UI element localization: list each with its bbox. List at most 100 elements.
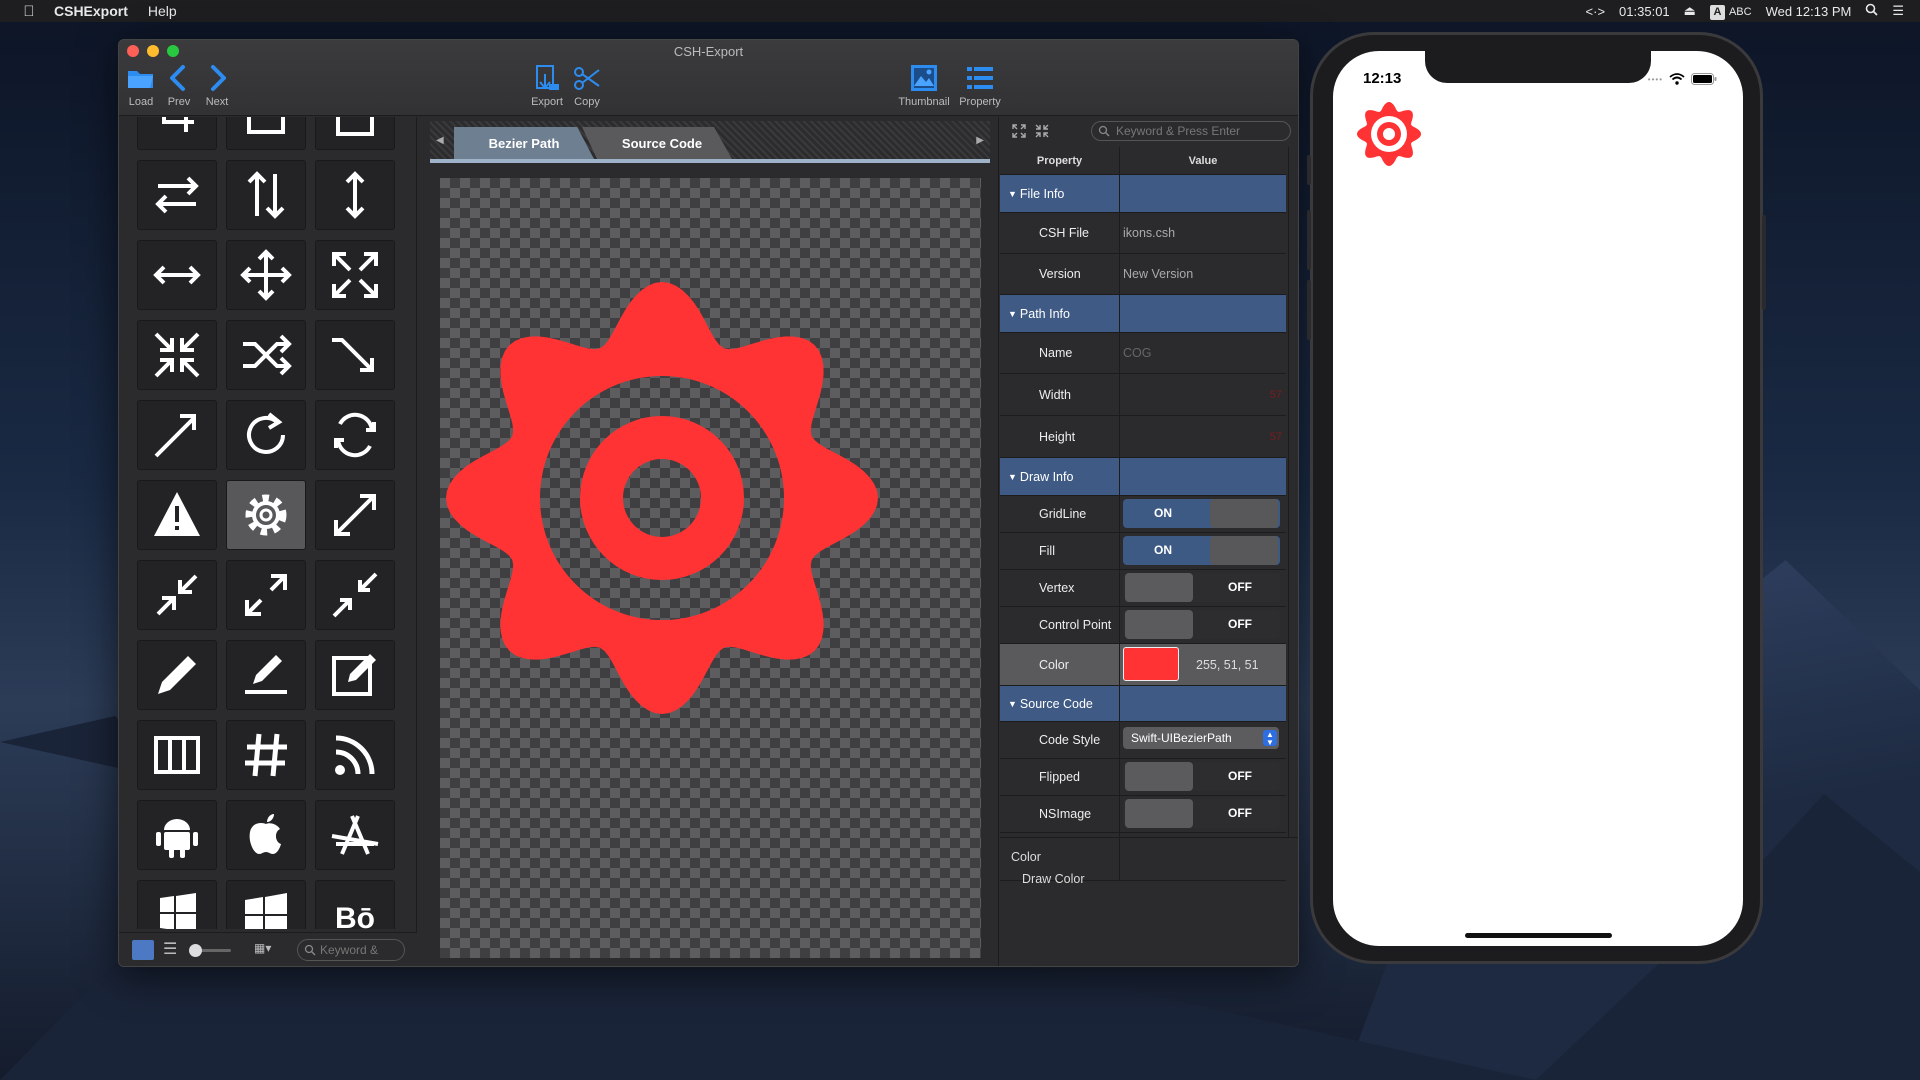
- version-value[interactable]: New Version: [1120, 254, 1286, 294]
- icon-cell-gear[interactable]: [226, 480, 306, 550]
- icon-size-slider[interactable]: [189, 944, 231, 957]
- disclosure-triangle-icon[interactable]: ▼: [1008, 472, 1017, 482]
- color-swatch[interactable]: [1123, 647, 1179, 681]
- row-color[interactable]: Color 255, 51, 51: [1000, 644, 1286, 686]
- icon-cell-rss[interactable]: [315, 720, 395, 790]
- property-search-input[interactable]: Keyword & Press Enter: [1091, 121, 1291, 141]
- disclosure-triangle-icon[interactable]: ▼: [1008, 189, 1017, 199]
- icon-cell-swap-vertical[interactable]: [226, 160, 306, 230]
- bezier-preview-canvas[interactable]: [440, 178, 981, 958]
- icon-cell-shuffle[interactable]: [226, 320, 306, 390]
- app-menu[interactable]: CSHExport: [54, 3, 128, 19]
- icon-cell-refresh[interactable]: [315, 400, 395, 470]
- grid-view-button[interactable]: [132, 940, 154, 960]
- input-source[interactable]: A ABC: [1709, 3, 1752, 20]
- fill-toggle[interactable]: ON: [1123, 536, 1280, 565]
- icon-cell-arrow-up-right[interactable]: [137, 400, 217, 470]
- icon-cell-bo-text[interactable]: Bō: [315, 880, 395, 929]
- gridline-toggle[interactable]: ON: [1123, 499, 1280, 528]
- icon-cell-arrow-left-right[interactable]: [137, 240, 217, 310]
- icon-cell-expand[interactable]: [315, 240, 395, 310]
- value-column-header[interactable]: Value: [1120, 147, 1286, 174]
- icon-cell-columns[interactable]: [137, 720, 217, 790]
- chevron-left-icon: [170, 65, 185, 91]
- icon-cell-move[interactable]: [226, 240, 306, 310]
- icon-cell-compress[interactable]: [137, 320, 217, 390]
- toggle-state: OFF: [1228, 580, 1252, 594]
- disclosure-triangle-icon[interactable]: ▼: [1008, 309, 1017, 319]
- icon-cell-share[interactable]: [226, 117, 306, 150]
- tab-bezier-path[interactable]: Bezier Path: [454, 127, 594, 159]
- menu-bar:  CSHExport Help <·> 01:35:01 ⏏ AABC Wed…: [0, 0, 1920, 22]
- icon-cell-crop[interactable]: [137, 117, 217, 150]
- icon-cell-arrow-down-right[interactable]: [315, 320, 395, 390]
- icon-cell-apple[interactable]: [226, 800, 306, 870]
- flipped-toggle[interactable]: OFF: [1123, 762, 1280, 791]
- tab-source-code[interactable]: Source Code: [582, 127, 732, 159]
- property-button[interactable]: Property: [953, 62, 1007, 108]
- control-point-toggle[interactable]: OFF: [1123, 610, 1280, 639]
- icon-cell-edit-box[interactable]: [315, 640, 395, 710]
- datetime[interactable]: Wed 12:13 PM: [1766, 4, 1852, 19]
- name-value[interactable]: COG: [1120, 333, 1286, 373]
- help-menu[interactable]: Help: [148, 3, 177, 19]
- icon-cell-app-store[interactable]: [315, 800, 395, 870]
- eject-icon[interactable]: ⏏: [1684, 3, 1696, 19]
- app-store-icon: [331, 815, 379, 855]
- simulator-screen[interactable]: 12:13 ••••: [1333, 51, 1743, 946]
- thumbnail-button[interactable]: Thumbnail: [897, 62, 951, 108]
- icon-cell-windows8[interactable]: [226, 880, 306, 929]
- grid-size-dropdown[interactable]: ▦▾: [254, 941, 271, 955]
- icon-cell-clipboard[interactable]: [315, 117, 395, 150]
- collapse-all-icon[interactable]: [1034, 123, 1050, 139]
- icon-cell-swap-horizontal[interactable]: [137, 160, 217, 230]
- next-button[interactable]: Next: [195, 62, 239, 108]
- resize-diagonal-icon: [334, 494, 376, 536]
- icon-cell-windows[interactable]: [137, 880, 217, 929]
- icon-cell-arrow-in-diagonal[interactable]: [137, 560, 217, 630]
- icon-cell-pencil[interactable]: [137, 640, 217, 710]
- icon-cell-android[interactable]: [137, 800, 217, 870]
- icon-cell-hash[interactable]: [226, 720, 306, 790]
- notification-center-icon[interactable]: ☰: [1892, 3, 1904, 19]
- description-text: Draw Color: [1022, 872, 1085, 886]
- width-value[interactable]: 57: [1270, 389, 1282, 401]
- code-style-select[interactable]: Swift-UIBezierPath ▲ ▼: [1123, 727, 1279, 749]
- list-view-button[interactable]: ☰: [163, 940, 181, 960]
- menu-extras: <·> 01:35:01 ⏏ A ABC Wed 12:13 PM ☰: [1586, 3, 1904, 20]
- volume-up-button: [1307, 210, 1311, 270]
- row-height: Height 57: [1000, 416, 1286, 458]
- edit-underline-icon: [245, 655, 287, 694]
- icon-library-panel: Bō ☰ ▦▾ Keyword &: [119, 117, 417, 966]
- height-value[interactable]: 57: [1270, 431, 1282, 443]
- icon-cell-expand-diagonal[interactable]: [226, 560, 306, 630]
- library-search-input[interactable]: Keyword &: [297, 939, 405, 961]
- apple-menu-icon[interactable]: : [18, 3, 40, 20]
- icon-size-slider-knob[interactable]: [189, 944, 202, 957]
- csh-file-value[interactable]: ikons.csh: [1120, 213, 1286, 253]
- vertex-toggle[interactable]: OFF: [1123, 573, 1280, 602]
- group-path-info[interactable]: ▼ Path Info: [1000, 295, 1286, 333]
- disclosure-triangle-icon[interactable]: ▼: [1008, 699, 1017, 709]
- spotlight-icon[interactable]: [1865, 3, 1878, 19]
- icon-cell-arrow-up-down[interactable]: [315, 160, 395, 230]
- icon-cell-collapse-diagonal[interactable]: [315, 560, 395, 630]
- icon-cell-edit-underline[interactable]: [226, 640, 306, 710]
- copy-button[interactable]: Copy: [565, 62, 609, 108]
- export-button[interactable]: Export: [525, 62, 569, 108]
- nsimage-toggle[interactable]: OFF: [1123, 799, 1280, 828]
- tab-scroll-left-icon[interactable]: ◀: [436, 135, 444, 146]
- icon-cell-warning[interactable]: [137, 480, 217, 550]
- property-column-header[interactable]: Property: [1000, 147, 1120, 174]
- expand-all-icon[interactable]: [1011, 123, 1027, 139]
- code-timer-icon[interactable]: <·>: [1586, 4, 1606, 19]
- group-draw-info[interactable]: ▼ Draw Info: [1000, 458, 1286, 496]
- elapsed-clock[interactable]: 01:35:01: [1619, 4, 1670, 19]
- property-scrollbar[interactable]: [1288, 147, 1298, 837]
- icon-cell-redo[interactable]: [226, 400, 306, 470]
- group-file-info[interactable]: ▼ File Info: [1000, 175, 1286, 213]
- pencil-icon: [158, 656, 196, 694]
- icon-cell-resize-diagonal[interactable]: [315, 480, 395, 550]
- group-source-code[interactable]: ▼ Source Code: [1000, 686, 1286, 722]
- tab-scroll-right-icon[interactable]: ▶: [976, 135, 984, 146]
